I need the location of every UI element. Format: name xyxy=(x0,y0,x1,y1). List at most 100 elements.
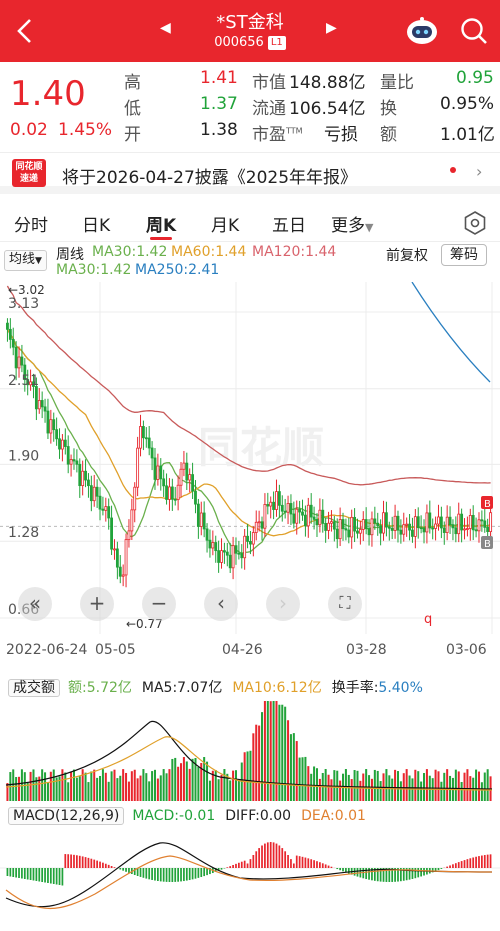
indicator-select[interactable]: 均线▼ xyxy=(4,250,47,271)
volume-bar xyxy=(229,780,232,801)
candle-body xyxy=(194,490,197,505)
candle-body xyxy=(162,478,166,487)
macd-histogram-bar xyxy=(93,859,96,868)
candle-body xyxy=(231,545,235,569)
volume-bar xyxy=(269,701,272,801)
macd-indicator-select[interactable]: MACD(12,26,9) xyxy=(8,807,125,825)
volume-bar xyxy=(206,761,209,801)
volume-bar xyxy=(177,766,180,801)
volume-bar xyxy=(110,771,113,801)
ma-legend: 均线▼ 周线 MA30:1.42 MA60:1.44 MA120:1.44 MA… xyxy=(0,242,500,282)
macd-histogram-bar xyxy=(157,868,159,882)
candle-body xyxy=(315,519,319,526)
adjust-mode-button[interactable]: 前复权 xyxy=(386,245,428,265)
volume-bar xyxy=(217,779,220,801)
chip-distribution-button[interactable]: 筹码 xyxy=(441,244,487,266)
candle-body xyxy=(477,519,481,532)
macd-histogram-bar xyxy=(15,868,17,878)
volume-indicator-select[interactable]: 成交额 xyxy=(8,679,60,697)
macd-histogram-bar xyxy=(6,868,9,876)
volume-bar xyxy=(130,771,133,801)
volume-bar xyxy=(18,776,21,801)
macd-histogram-bar xyxy=(310,859,313,868)
candle-body xyxy=(332,521,336,530)
candle-body xyxy=(338,519,342,540)
macd-histogram-bar xyxy=(452,864,454,868)
amount-label: 额 xyxy=(380,125,397,145)
candle-body xyxy=(220,550,223,563)
volume-bar xyxy=(151,771,154,801)
search-icon[interactable] xyxy=(458,15,490,47)
macd-histogram-bar xyxy=(440,868,443,869)
candle-body xyxy=(240,553,244,559)
macd-histogram-bar xyxy=(414,868,417,879)
volume-bar xyxy=(142,769,145,801)
candle-body xyxy=(217,550,221,563)
volratio-label: 量比 xyxy=(380,73,414,93)
volume-bar xyxy=(333,770,336,801)
macd-histogram-bar xyxy=(457,862,460,868)
macd-histogram-bar xyxy=(67,854,70,868)
volume-bar xyxy=(84,772,87,801)
zoom-out-icon[interactable]: − xyxy=(142,587,176,621)
macd-histogram-bar xyxy=(180,868,182,882)
dea-value: DEA:0.01 xyxy=(301,808,366,824)
pan-right-icon[interactable]: › xyxy=(266,587,300,621)
low-label: 低 xyxy=(124,99,141,119)
macd-histogram-bar xyxy=(81,856,84,868)
settings-icon[interactable] xyxy=(462,210,488,236)
volume-ma10: MA10:6.12亿 xyxy=(232,680,322,696)
macd-histogram-bar xyxy=(295,855,298,868)
macd-histogram-bar xyxy=(342,868,344,872)
volume-bar xyxy=(385,769,388,801)
tab-weekly-k[interactable]: 周K xyxy=(146,211,176,236)
macd-histogram-bar xyxy=(29,868,32,880)
volume-bar xyxy=(425,769,428,801)
x-tick-label: 04-26 xyxy=(222,642,263,658)
candle-body xyxy=(402,524,406,535)
rewind-icon[interactable]: « xyxy=(18,587,52,621)
candle-body xyxy=(139,426,142,449)
macd-histogram-bar xyxy=(78,855,81,868)
candle-body xyxy=(437,516,440,525)
candle-body xyxy=(306,504,310,527)
macd-histogram-bar xyxy=(177,868,179,882)
volume-chart[interactable] xyxy=(0,697,500,803)
volume-bar xyxy=(463,772,466,801)
volume-bar xyxy=(249,750,252,801)
macd-histogram-bar xyxy=(151,868,153,880)
macd-histogram-bar xyxy=(284,851,287,868)
volume-bar xyxy=(287,720,290,801)
candle-body xyxy=(411,529,414,537)
macd-histogram-bar xyxy=(229,866,232,868)
candle-body xyxy=(113,548,116,551)
volume-bar xyxy=(483,772,486,801)
volume-bar xyxy=(301,757,304,801)
tab-intraday[interactable]: 分时 xyxy=(14,211,48,236)
macd-chart[interactable] xyxy=(0,828,500,931)
fullscreen-icon[interactable]: ⛶ xyxy=(328,587,362,621)
candlestick-chart[interactable]: 同花顺 3.132.511.901.280.66 ←3.02←0.77BBq xyxy=(0,282,500,640)
volume-bar xyxy=(391,778,394,801)
macd-histogram-bar xyxy=(275,843,278,868)
candle-body xyxy=(483,520,487,528)
next-stock-button[interactable]: ▶ xyxy=(326,20,337,36)
diff-value: DIFF:0.00 xyxy=(225,808,292,824)
tab-five-day[interactable]: 五日 xyxy=(272,211,306,236)
tab-monthly-k[interactable]: 月K xyxy=(211,211,239,236)
candle-body xyxy=(222,550,226,553)
macd-histogram-bar xyxy=(454,863,457,868)
volume-bar xyxy=(220,774,223,801)
notice-bar[interactable]: 同花顺 速递 将于2026-04-27披露《2025年年报》 › xyxy=(0,152,500,194)
candle-body xyxy=(147,437,151,449)
x-tick-label: 05-05 xyxy=(95,642,136,658)
volume-bar xyxy=(93,769,96,801)
pan-left-icon[interactable]: ‹ xyxy=(204,587,238,621)
volume-panel: 成交额 额:5.72亿 MA5:7.07亿 MA10:6.12亿 换手率:5.40% xyxy=(0,675,500,803)
zoom-in-icon[interactable]: + xyxy=(80,587,114,621)
macd-histogram-bar xyxy=(272,842,275,868)
robot-assistant-icon[interactable] xyxy=(404,15,440,47)
mktcap-label: 市值 xyxy=(252,73,286,93)
tab-daily-k[interactable]: 日K xyxy=(82,211,110,236)
tab-more[interactable]: 更多▼ xyxy=(331,211,373,236)
